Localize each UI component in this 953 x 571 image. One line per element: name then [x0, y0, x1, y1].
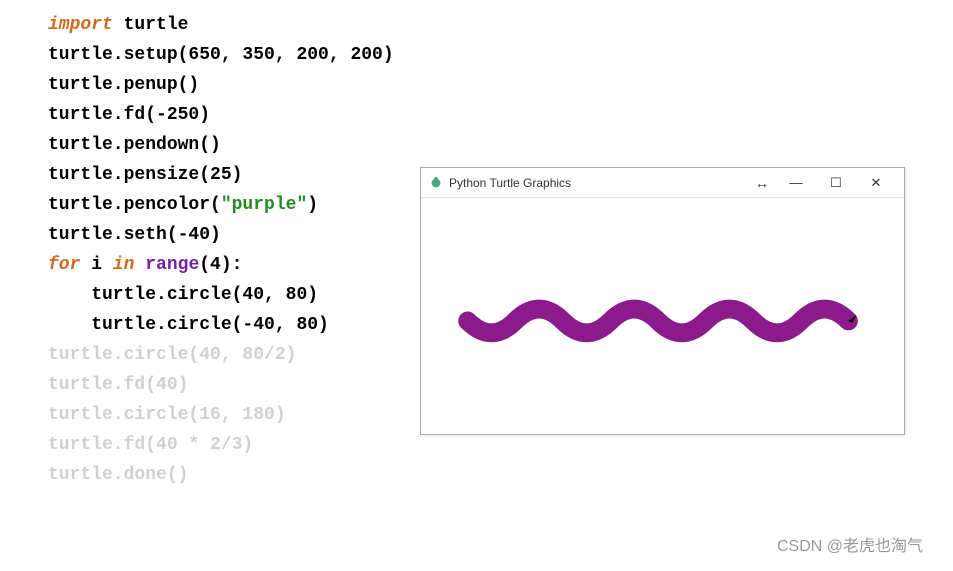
turtle-icon	[429, 176, 443, 190]
close-button[interactable]: ✕	[856, 168, 896, 198]
turtle-wave-path	[468, 309, 849, 333]
keyword-import: import	[48, 15, 113, 35]
code-line: turtle.penup()	[48, 70, 394, 100]
code-line: turtle.pencolor("purple")	[48, 190, 394, 220]
code-line-inactive: turtle.circle(40, 80/2)	[48, 340, 394, 370]
csdn-watermark: CSDN @老虎也淘气	[777, 532, 923, 556]
window-titlebar[interactable]: Python Turtle Graphics ↔ — ☐ ✕	[421, 168, 904, 198]
code-line: for i in range(4):	[48, 250, 394, 280]
code-line: turtle.circle(-40, 80)	[48, 310, 394, 340]
window-title: Python Turtle Graphics	[449, 176, 571, 190]
code-line: turtle.seth(-40)	[48, 220, 394, 250]
resize-indicator: ↔	[748, 168, 776, 198]
code-line-inactive: turtle.fd(40)	[48, 370, 394, 400]
code-line-inactive: turtle.done()	[48, 460, 394, 490]
builtin-range: range	[145, 255, 199, 275]
watermark-arc	[0, 424, 46, 517]
keyword-in: in	[113, 255, 135, 275]
maximize-button[interactable]: ☐	[816, 168, 856, 198]
code-line: turtle.pensize(25)	[48, 160, 394, 190]
code-line-inactive: turtle.fd(40 * 2/3)	[48, 430, 394, 460]
code-editor: import turtle turtle.setup(650, 350, 200…	[48, 10, 394, 490]
code-line: turtle.setup(650, 350, 200, 200)	[48, 40, 394, 70]
turtle-graphics-window[interactable]: Python Turtle Graphics ↔ — ☐ ✕	[420, 167, 905, 435]
minimize-button[interactable]: —	[776, 168, 816, 198]
code-line: import turtle	[48, 10, 394, 40]
code-line: turtle.pendown()	[48, 130, 394, 160]
string-literal: "purple"	[221, 195, 307, 215]
code-line-inactive: turtle.circle(16, 180)	[48, 400, 394, 430]
keyword-for: for	[48, 255, 80, 275]
code-line: turtle.circle(40, 80)	[48, 280, 394, 310]
turtle-canvas	[421, 198, 904, 434]
code-line: turtle.fd(-250)	[48, 100, 394, 130]
